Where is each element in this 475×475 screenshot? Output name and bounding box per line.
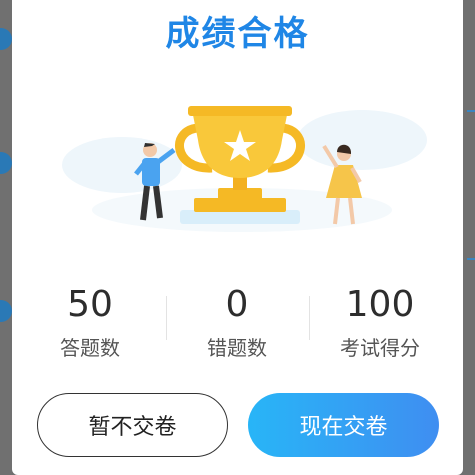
answered-label: 答题数 [60,336,120,360]
stats-row: 50 答题数 0 错题数 100 考试得分 [12,284,463,364]
wrong-label: 错题数 [207,336,267,360]
wrong-count: 0 [225,284,249,325]
background-page-right [463,0,475,475]
background-line [467,110,475,112]
stat-answered: 50 答题数 [15,284,165,361]
stat-wrong: 0 错题数 [162,284,312,361]
score-value: 100 [345,284,415,325]
result-dialog: 成绩合格 50 答题数 0 错题数 100 考试得分 暂不交卷 现在交卷 [12,0,463,475]
dialog-title: 成绩合格 [165,14,310,54]
background-page-left [0,0,12,475]
background-line [467,258,475,260]
submit-now-button[interactable]: 现在交卷 [248,393,439,457]
stat-score: 100 考试得分 [305,284,455,361]
answered-count: 50 [67,284,113,325]
score-label: 考试得分 [340,336,420,360]
submit-later-button[interactable]: 暂不交卷 [37,393,228,457]
trophy-illustration [62,106,427,232]
